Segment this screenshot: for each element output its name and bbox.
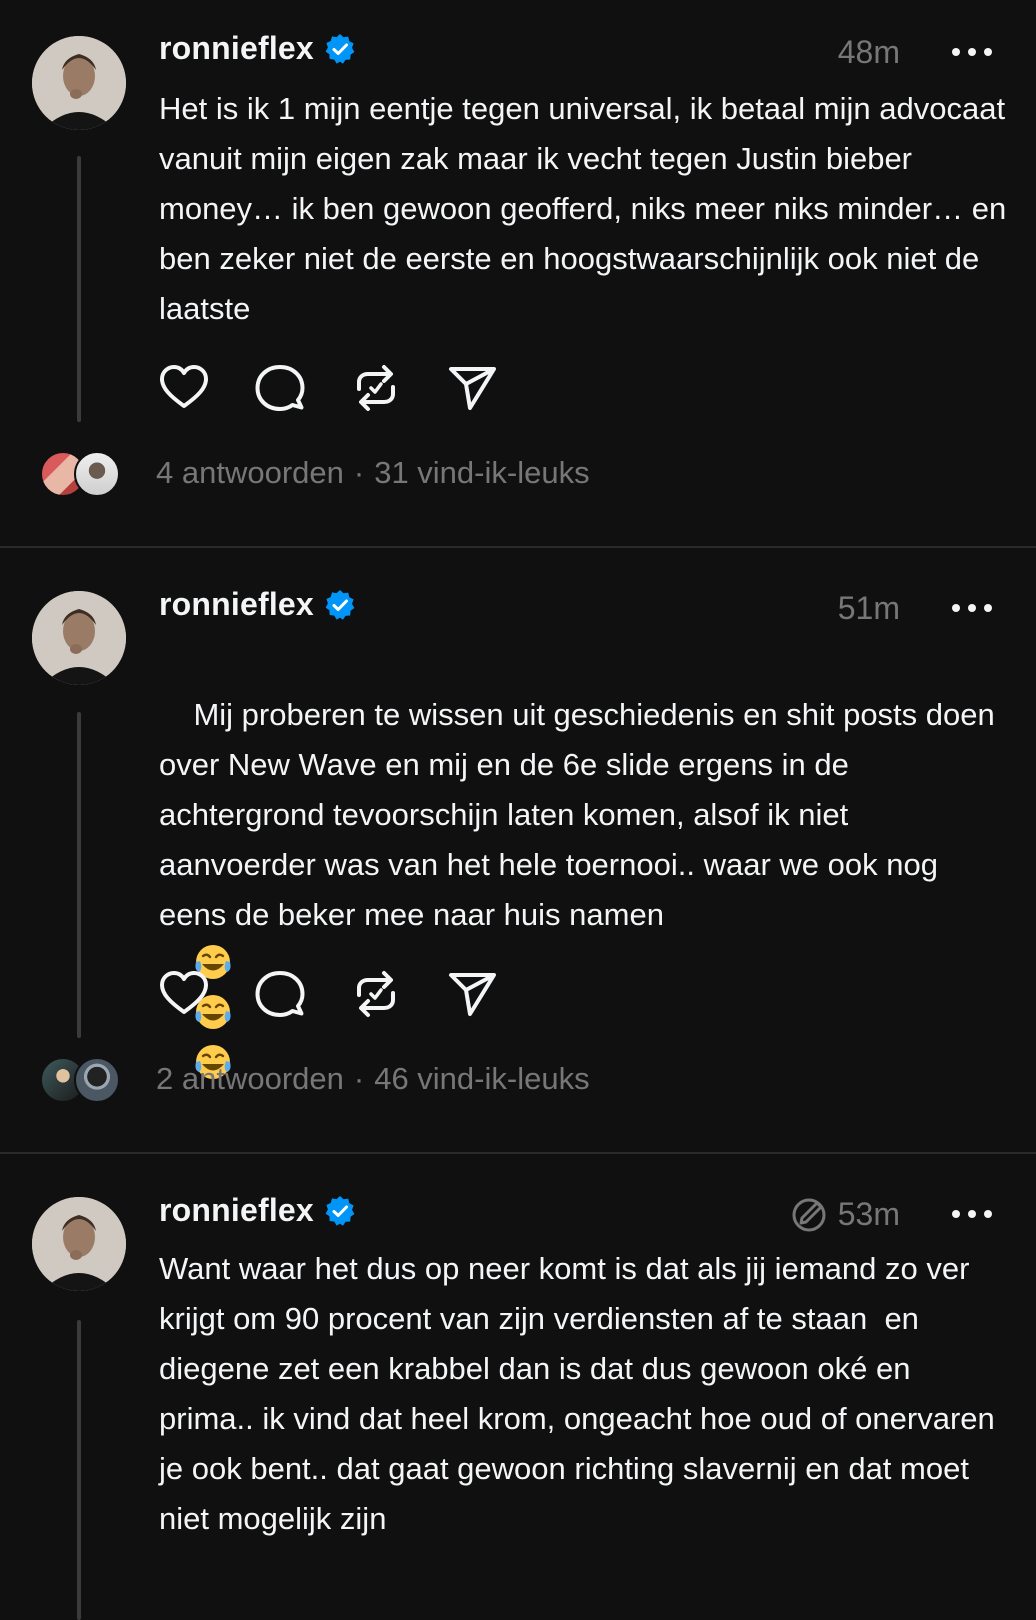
more-button[interactable]: [952, 36, 992, 68]
more-icon-dot: [968, 1210, 976, 1218]
verified-badge-icon: [325, 33, 355, 64]
post-time: 48m: [838, 34, 900, 71]
more-icon-dot: [952, 1210, 960, 1218]
more-icon-dot: [968, 604, 976, 612]
post-header: ronnieflex: [159, 586, 356, 623]
timestamp: 51m: [837, 590, 900, 626]
thread-line: [77, 712, 81, 1038]
comment-icon: [255, 971, 305, 1017]
avatar[interactable]: [32, 591, 126, 685]
verified-badge-icon: [325, 589, 355, 620]
avatar-image: [32, 591, 126, 685]
comment-icon: [255, 365, 305, 411]
avatar[interactable]: [32, 36, 126, 130]
like-button[interactable]: [158, 968, 210, 1020]
username[interactable]: ronnieflex: [159, 30, 314, 67]
like-button[interactable]: [158, 362, 210, 414]
reply-button[interactable]: [254, 968, 306, 1020]
repost-icon: [357, 365, 395, 411]
thread-post-2[interactable]: ronnieflex 51m Mij proberen te wissen ui…: [0, 548, 1036, 1148]
post-time: 51m: [838, 590, 900, 627]
timestamp: 53m: [837, 1195, 900, 1232]
post-stats: 4 antwoorden · 31 vind-ik-leuks: [40, 451, 590, 497]
more-icon-dot: [968, 48, 976, 56]
more-icon-dot: [952, 48, 960, 56]
thread-post-1[interactable]: ronnieflex 48m Het is ik 1 mijn eentje t…: [0, 0, 1036, 538]
likes-count[interactable]: 46 vind-ik-leuks: [374, 1061, 589, 1097]
share-button[interactable]: [446, 968, 498, 1020]
more-button[interactable]: [952, 1198, 992, 1230]
repost-button[interactable]: [350, 362, 402, 414]
heart-icon: [160, 365, 208, 408]
post-actions: [158, 362, 498, 414]
avatar-image: [32, 1197, 126, 1291]
more-icon-dot: [984, 604, 992, 612]
post-text: Want waar het dus op neer komt is dat al…: [159, 1251, 1004, 1536]
post-stats: 2 antwoorden · 46 vind-ik-leuks: [40, 1057, 590, 1103]
username[interactable]: ronnieflex: [159, 1192, 314, 1229]
verified-badge-icon: [325, 1195, 355, 1226]
send-icon: [449, 973, 496, 1016]
share-button[interactable]: [446, 362, 498, 414]
send-icon: [449, 367, 496, 410]
more-icon-dot: [984, 1210, 992, 1218]
post-actions: [158, 968, 498, 1020]
repost-button[interactable]: [350, 968, 402, 1020]
replies-count[interactable]: 2 antwoorden: [156, 1061, 344, 1097]
likes-count[interactable]: 31 vind-ik-leuks: [374, 455, 589, 491]
thread-line: [77, 1320, 81, 1620]
heart-icon: [160, 971, 208, 1014]
thread-post-3[interactable]: ronnieflex 53m Want waar het dus op neer…: [0, 1154, 1036, 1620]
avatar-image: [32, 36, 126, 130]
repost-icon: [357, 971, 395, 1017]
reply-avatar: [74, 451, 120, 497]
stats-separator: ·: [353, 1061, 365, 1096]
post-header: ronnieflex: [159, 1192, 356, 1229]
post-time: 53m: [790, 1194, 900, 1234]
more-icon-dot: [952, 604, 960, 612]
replies-count[interactable]: 4 antwoorden: [156, 455, 344, 491]
post-header: ronnieflex: [159, 30, 356, 67]
reply-avatar: [74, 1057, 120, 1103]
reply-button[interactable]: [254, 362, 306, 414]
post-text: Het is ik 1 mijn eentje tegen universal,…: [159, 91, 1015, 326]
stats-separator: ·: [353, 455, 365, 490]
timestamp: 48m: [837, 34, 900, 70]
username[interactable]: ronnieflex: [159, 586, 314, 623]
more-icon-dot: [984, 48, 992, 56]
avatar[interactable]: [32, 1197, 126, 1291]
post-text-body: Mij proberen te wissen uit geschiedenis …: [159, 697, 1004, 932]
thread-line: [77, 156, 81, 422]
edited-icon: [792, 1198, 826, 1232]
more-button[interactable]: [952, 592, 992, 624]
reply-avatars: [40, 451, 140, 497]
reply-avatars: [40, 1057, 140, 1103]
